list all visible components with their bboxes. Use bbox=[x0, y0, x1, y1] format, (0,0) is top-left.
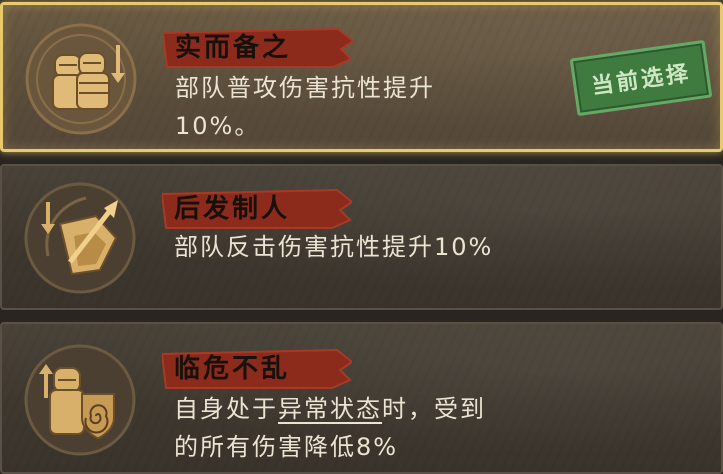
skill-description: 部队普攻伤害抗性提升 10%。 bbox=[175, 69, 435, 145]
desc-line-1: 部队普攻伤害抗性提升 bbox=[175, 74, 435, 102]
soldier-spiral-shield-icon bbox=[20, 340, 140, 460]
desc-line-2: 的所有伤害降低8% bbox=[174, 433, 399, 461]
skill-card-1[interactable]: 实而备之 部队普攻伤害抗性提升 10%。 当前选择 bbox=[0, 2, 723, 152]
badge-text: 当前选择 bbox=[589, 60, 693, 100]
skill-description: 部队反击伤害抗性提升10% bbox=[174, 228, 493, 266]
desc-line-1: 部队反击伤害抗性提升10% bbox=[174, 233, 494, 261]
skill-title-banner: 实而备之 bbox=[163, 27, 353, 69]
skill-name: 临危不乱 bbox=[174, 354, 291, 384]
skill-description: 自身处于异常状态时，受到 的所有伤害降低8% bbox=[174, 390, 486, 466]
skill-title-banner: 后发制人 bbox=[162, 188, 352, 230]
current-selection-badge: 当前选择 bbox=[569, 39, 713, 117]
skill-title-banner: 临危不乱 bbox=[162, 348, 352, 390]
abnormal-status-link[interactable]: 异常状态 bbox=[278, 395, 382, 423]
skill-name: 实而备之 bbox=[175, 33, 292, 63]
desc-line-1-pre: 自身处于 bbox=[174, 395, 278, 423]
soldier-shield-defense-icon bbox=[21, 19, 141, 139]
skill-card-3[interactable]: 临危不乱 自身处于异常状态时，受到 的所有伤害降低8% bbox=[0, 322, 723, 474]
desc-line-2: 10%。 bbox=[175, 112, 261, 140]
skill-card-2[interactable]: 后发制人 部队反击伤害抗性提升10% bbox=[0, 164, 723, 310]
skill-name: 后发制人 bbox=[174, 194, 291, 224]
desc-line-1: 自身处于异常状态时，受到 bbox=[174, 390, 486, 428]
desc-line-1-post: 时，受到 bbox=[382, 395, 486, 423]
counter-attack-shield-icon bbox=[20, 178, 140, 298]
